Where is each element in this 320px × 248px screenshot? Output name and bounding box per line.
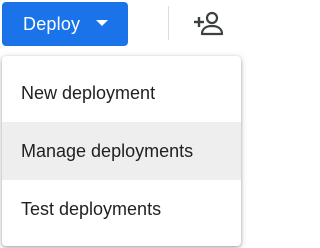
menu-item-new-deployment[interactable]: New deployment [2,64,241,122]
toolbar-divider [168,6,169,40]
caret-down-icon [96,20,108,26]
deploy-menu-screen: Deploy New deployment Manage deployments… [0,0,243,248]
deploy-button[interactable]: Deploy [2,2,128,46]
menu-item-test-deployments[interactable]: Test deployments [2,180,241,238]
person-add-icon[interactable] [193,9,225,37]
deploy-button-label: Deploy [23,13,81,34]
deploy-dropdown-menu: New deployment Manage deployments Test d… [2,56,241,246]
menu-item-manage-deployments[interactable]: Manage deployments [2,122,241,180]
